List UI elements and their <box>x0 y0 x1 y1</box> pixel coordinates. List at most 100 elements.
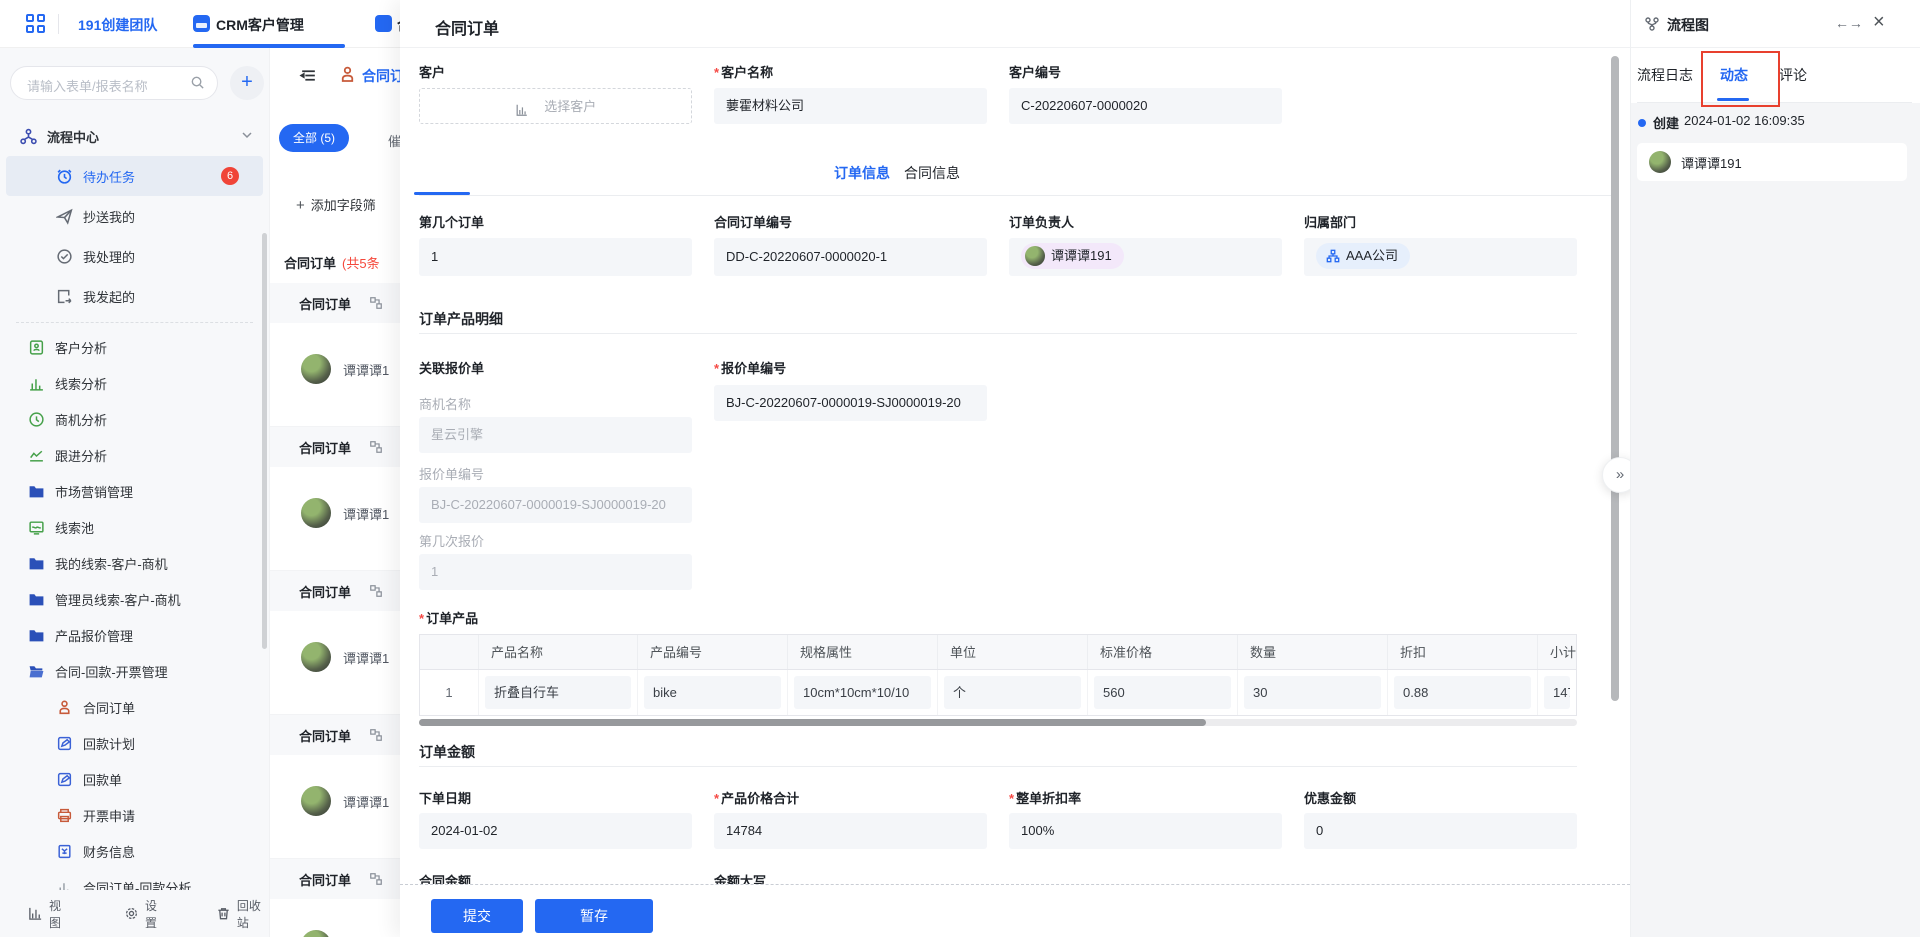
timeline-user-card[interactable]: 谭谭谭191 <box>1637 143 1907 181</box>
quote-no-field[interactable]: BJ-C-20220607-0000019-SJ0000019-20 <box>714 385 987 421</box>
product-total-field[interactable]: 14784 <box>714 813 987 849</box>
workflow-icon <box>369 728 383 742</box>
cell-product-code[interactable]: bike <box>644 676 781 709</box>
select-customer-button[interactable]: 选择客户 <box>419 88 692 124</box>
folder-open-icon <box>28 663 45 680</box>
tab-order-info[interactable]: 订单信息 <box>834 163 890 183</box>
sidebar-item-contract-payment-invoice[interactable]: 合同-回款-开票管理 <box>0 653 269 689</box>
sidebar-item-payment-plan[interactable]: 回款计划 <box>0 725 269 761</box>
list-panel-title: 合同订单 <box>362 66 400 86</box>
list-section-title: 合同订单(共5条 <box>284 253 380 272</box>
owner-field[interactable]: 谭谭谭191 <box>1009 238 1282 276</box>
crm-app-icon <box>193 15 210 32</box>
printer-icon <box>56 807 73 824</box>
tab-contract-info[interactable]: 合同信息 <box>904 163 960 183</box>
sidebar-item-lead-pool[interactable]: 线索池 <box>0 509 269 545</box>
plane-icon <box>56 208 73 225</box>
doc-send-icon <box>56 288 73 305</box>
sidebar-item-marketing-mgmt[interactable]: 市场营销管理 <box>0 473 269 509</box>
tab-process-log[interactable]: 流程日志 <box>1637 65 1693 85</box>
divider <box>419 333 1577 334</box>
clock-icon <box>28 411 45 428</box>
pen-doc-icon <box>56 771 73 788</box>
sidebar-search-input[interactable]: 请输入表单/报表名称 <box>10 66 218 100</box>
list-item[interactable]: 合同订单 谭谭谭1 <box>270 283 400 427</box>
filter-all-pill[interactable]: 全部 (5) <box>279 124 349 152</box>
cell-discount[interactable]: 0.88 <box>1394 676 1531 709</box>
cell-price[interactable]: 560 <box>1094 676 1231 709</box>
sidebar-item-contract-order[interactable]: 合同订单 <box>0 689 269 725</box>
table-row[interactable]: 1 折叠自行车 bike 10cm*10cm*10/10 个 560 30 0.… <box>420 670 1576 715</box>
sidebar-item-my-leads[interactable]: 我的线索-客户-商机 <box>0 545 269 581</box>
apps-grid-icon[interactable] <box>26 14 46 34</box>
scrollbar-thumb[interactable] <box>419 719 1206 726</box>
settings-button[interactable]: 设置 <box>124 897 166 931</box>
order-no-field[interactable]: DD-C-20220607-0000020-1 <box>714 238 987 276</box>
process-panel-title: 流程图 <box>1667 15 1709 35</box>
folder-icon <box>28 555 45 572</box>
sidebar-group-process-center[interactable]: 流程中心 <box>0 116 269 156</box>
filter-icon[interactable] <box>299 66 318 85</box>
cell-qty[interactable]: 30 <box>1244 676 1381 709</box>
sidebar-item-invoice-request[interactable]: 开票申请 <box>0 797 269 833</box>
views-button[interactable]: 视图 <box>28 897 70 931</box>
list-item[interactable]: 合同订单 谭谭谭1 <box>270 859 400 937</box>
list-item[interactable]: 合同订单 谭谭谭1 <box>270 715 400 859</box>
sidebar-scrollbar[interactable] <box>262 233 267 649</box>
customer-no-field[interactable]: C-20220607-0000020 <box>1009 88 1282 124</box>
order-index-field[interactable]: 1 <box>419 238 692 276</box>
submit-button[interactable]: 提交 <box>431 899 523 933</box>
sidebar-item-followup-analysis[interactable]: 跟进分析 <box>0 437 269 473</box>
tab-team[interactable]: 191创建团队 <box>78 15 157 35</box>
dept-field[interactable]: AAA公司 <box>1304 238 1577 276</box>
search-icon <box>190 75 205 90</box>
folder-icon <box>28 627 45 644</box>
todo-count-badge: 6 <box>221 167 239 185</box>
sidebar-item-payment-receipt[interactable]: 回款单 <box>0 761 269 797</box>
order-date-field[interactable]: 2024-01-02 <box>419 813 692 849</box>
filter-second-tab[interactable]: 催 <box>388 131 400 150</box>
recycle-bin-button[interactable]: 回收站 <box>216 897 269 931</box>
tab-crm-active[interactable]: CRM客户管理 <box>216 15 304 35</box>
contract-order-cards: 合同订单 谭谭谭1 合同订单 谭谭谭1 合同订单 谭谭谭1 合同订单 谭谭谭1 … <box>270 283 400 937</box>
add-form-button[interactable]: + <box>230 66 264 100</box>
bar-chart-icon <box>28 375 45 392</box>
customer-name-field[interactable]: 葽霍材料公司 <box>714 88 987 124</box>
sidebar-item-initiated-by-me[interactable]: 我发起的 <box>0 276 269 316</box>
resize-arrows-icon[interactable]: ← → <box>1835 15 1861 31</box>
sidebar-item-admin-leads[interactable]: 管理员线索-客户-商机 <box>0 581 269 617</box>
sidebar: 请输入表单/报表名称 + 流程中心 待办任务 6 抄送我的 <box>0 48 269 937</box>
sidebar-item-opportunity-analysis[interactable]: 商机分析 <box>0 401 269 437</box>
quote-times-field: 1 <box>419 554 692 590</box>
sidebar-item-finance-info[interactable]: 财务信息 <box>0 833 269 869</box>
sidebar-item-product-quote-mgmt[interactable]: 产品报价管理 <box>0 617 269 653</box>
cell-subtotal[interactable]: 14784 <box>1544 676 1570 709</box>
folder-icon <box>28 591 45 608</box>
gear-icon <box>124 906 139 921</box>
cell-unit[interactable]: 个 <box>944 676 1081 709</box>
list-item[interactable]: 合同订单 谭谭谭1 <box>270 427 400 571</box>
add-field-filter-button[interactable]: +添加字段筛 <box>296 195 376 214</box>
timeline-event: 创建 <box>1653 113 1679 132</box>
discount-rate-field[interactable]: 100% <box>1009 813 1282 849</box>
owner-pill: 谭谭谭191 <box>1021 243 1124 269</box>
sidebar-item-handled-by-me[interactable]: 我处理的 <box>0 236 269 276</box>
sidebar-item-customer-analysis[interactable]: 客户分析 <box>0 329 269 365</box>
cell-product-name[interactable]: 折叠自行车 <box>485 676 631 709</box>
divider <box>400 47 1630 48</box>
table-horizontal-scrollbar[interactable] <box>419 719 1577 726</box>
view-chart-icon <box>28 906 43 921</box>
timeline-dot <box>1638 119 1646 127</box>
modal-scrollbar[interactable] <box>1611 56 1619 701</box>
save-draft-button[interactable]: 暂存 <box>535 899 653 933</box>
cell-spec[interactable]: 10cm*10cm*10/10 <box>794 676 931 709</box>
avatar <box>301 786 331 816</box>
workflow-icon <box>369 440 383 454</box>
list-item[interactable]: 合同订单 谭谭谭1 <box>270 571 400 715</box>
sidebar-item-cc-me[interactable]: 抄送我的 <box>0 196 269 236</box>
tab-comments[interactable]: 评论 <box>1779 65 1807 85</box>
sidebar-item-todo-tasks[interactable]: 待办任务 6 <box>6 156 263 196</box>
sidebar-item-lead-analysis[interactable]: 线索分析 <box>0 365 269 401</box>
discount-amount-field[interactable]: 0 <box>1304 813 1577 849</box>
close-icon[interactable]: × <box>1873 11 1885 34</box>
